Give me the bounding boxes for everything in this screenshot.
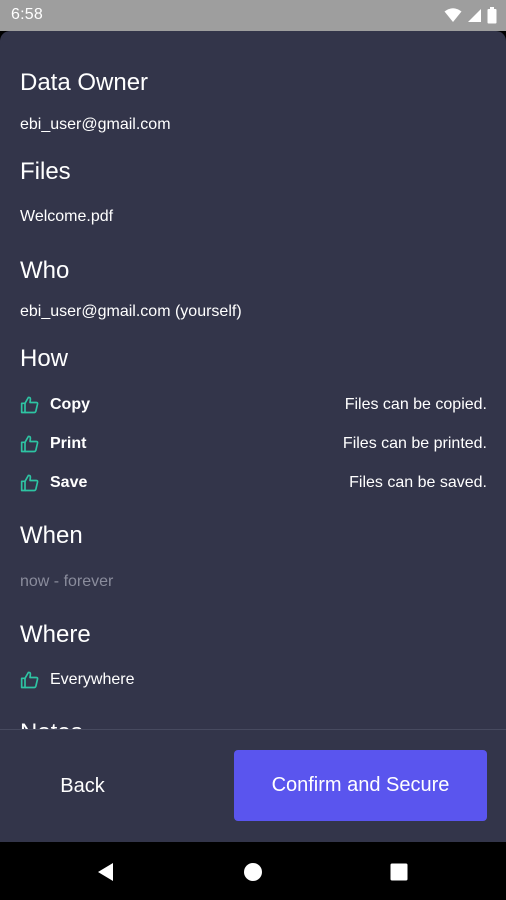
wifi-icon <box>444 7 462 23</box>
permission-description: Files can be copied. <box>344 396 487 413</box>
confirm-and-secure-button[interactable]: Confirm and Secure <box>234 750 487 821</box>
status-time: 6:58 <box>11 6 43 23</box>
files-value: Welcome.pdf <box>20 208 114 225</box>
battery-icon <box>487 6 497 24</box>
files-title: Files <box>20 158 71 185</box>
permission-name: Copy <box>50 396 90 413</box>
back-triangle-icon[interactable] <box>95 861 117 883</box>
permission-row-save: Save Files can be saved. <box>20 472 487 494</box>
thumbs-up-icon <box>20 670 40 690</box>
where-value: Everywhere <box>50 671 135 688</box>
permission-description: Files can be saved. <box>349 474 487 491</box>
permissions-sheet: Data Owner ebi_user@gmail.com Files Welc… <box>0 31 506 842</box>
permission-description: Files can be printed. <box>342 435 487 452</box>
status-bar: 6:58 <box>0 0 506 31</box>
when-title: When <box>20 522 83 549</box>
back-button[interactable]: Back <box>20 750 145 822</box>
thumbs-up-icon <box>20 395 40 415</box>
data-owner-title: Data Owner <box>20 69 149 96</box>
permission-row-print: Print Files can be printed. <box>20 433 487 455</box>
when-value: now - forever <box>20 573 114 590</box>
who-value: ebi_user@gmail.com (yourself) <box>20 303 242 320</box>
footer: Back Confirm and Secure <box>0 730 506 842</box>
permission-name: Print <box>50 435 87 452</box>
where-title: Where <box>20 621 91 648</box>
thumbs-up-icon <box>20 434 40 454</box>
how-title: How <box>20 345 69 372</box>
where-row: Everywhere <box>20 669 487 691</box>
home-circle-icon[interactable] <box>242 861 264 883</box>
recents-square-icon[interactable] <box>388 861 410 883</box>
data-owner-value: ebi_user@gmail.com <box>20 116 171 133</box>
notes-title: Notes <box>20 719 83 729</box>
who-title: Who <box>20 257 70 284</box>
sheet-content[interactable]: Data Owner ebi_user@gmail.com Files Welc… <box>0 31 506 729</box>
thumbs-up-icon <box>20 473 40 493</box>
status-icons <box>444 6 497 24</box>
permission-name: Save <box>50 474 88 491</box>
permission-row-copy: Copy Files can be copied. <box>20 394 487 416</box>
signal-icon <box>467 8 482 23</box>
navigation-bar <box>0 842 506 900</box>
